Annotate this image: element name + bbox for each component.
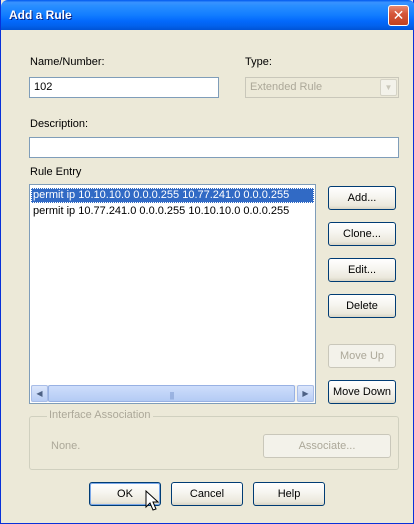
move-up-button: Move Up xyxy=(328,344,396,368)
window-title: Add a Rule xyxy=(9,8,72,22)
list-item[interactable]: permit ip 10.77.241.0 0.0.0.255 10.10.10… xyxy=(31,204,314,219)
help-button[interactable]: Help xyxy=(253,482,325,506)
name-number-label: Name/Number: xyxy=(30,56,105,68)
arrow-left-icon[interactable]: ◀ xyxy=(31,385,48,402)
interface-association-legend: Interface Association xyxy=(47,409,153,421)
title-bar[interactable]: Add a Rule ✕ xyxy=(1,0,414,30)
name-number-value: 102 xyxy=(34,81,53,93)
type-select: Extended Rule ▼ xyxy=(245,77,399,98)
description-label: Description: xyxy=(30,118,89,130)
clone-button[interactable]: Clone... xyxy=(328,222,396,246)
interface-association-value: None. xyxy=(51,440,81,452)
rule-entry-label: Rule Entry xyxy=(30,166,82,178)
associate-button: Associate... xyxy=(263,434,391,458)
list-item[interactable]: permit ip 10.10.10.0 0.0.0.255 10.77.241… xyxy=(31,188,314,203)
horizontal-scrollbar[interactable]: ◀ |||| ▶ xyxy=(31,385,314,402)
name-number-input[interactable]: 102 xyxy=(29,77,219,98)
edit-button[interactable]: Edit... xyxy=(328,258,396,282)
rule-entry-list[interactable]: permit ip 10.10.10.0 0.0.0.255 10.77.241… xyxy=(29,184,316,404)
cancel-button[interactable]: Cancel xyxy=(171,482,243,506)
delete-button[interactable]: Delete xyxy=(328,294,396,318)
type-label: Type: xyxy=(245,56,272,68)
close-button[interactable]: ✕ xyxy=(388,5,409,26)
add-button[interactable]: Add... xyxy=(328,186,396,210)
grip-icon: |||| xyxy=(169,391,174,400)
scrollbar-thumb[interactable]: |||| xyxy=(48,385,295,402)
chevron-down-icon: ▼ xyxy=(380,79,397,96)
description-input[interactable] xyxy=(29,137,399,158)
close-icon: ✕ xyxy=(392,7,405,23)
arrow-right-icon[interactable]: ▶ xyxy=(297,385,314,402)
mouse-pointer-icon xyxy=(145,490,160,511)
move-down-button[interactable]: Move Down xyxy=(328,380,396,404)
type-value: Extended Rule xyxy=(250,81,323,93)
add-rule-dialog: Add a Rule ✕ Name/Number: 102 Type: Exte… xyxy=(0,0,414,524)
